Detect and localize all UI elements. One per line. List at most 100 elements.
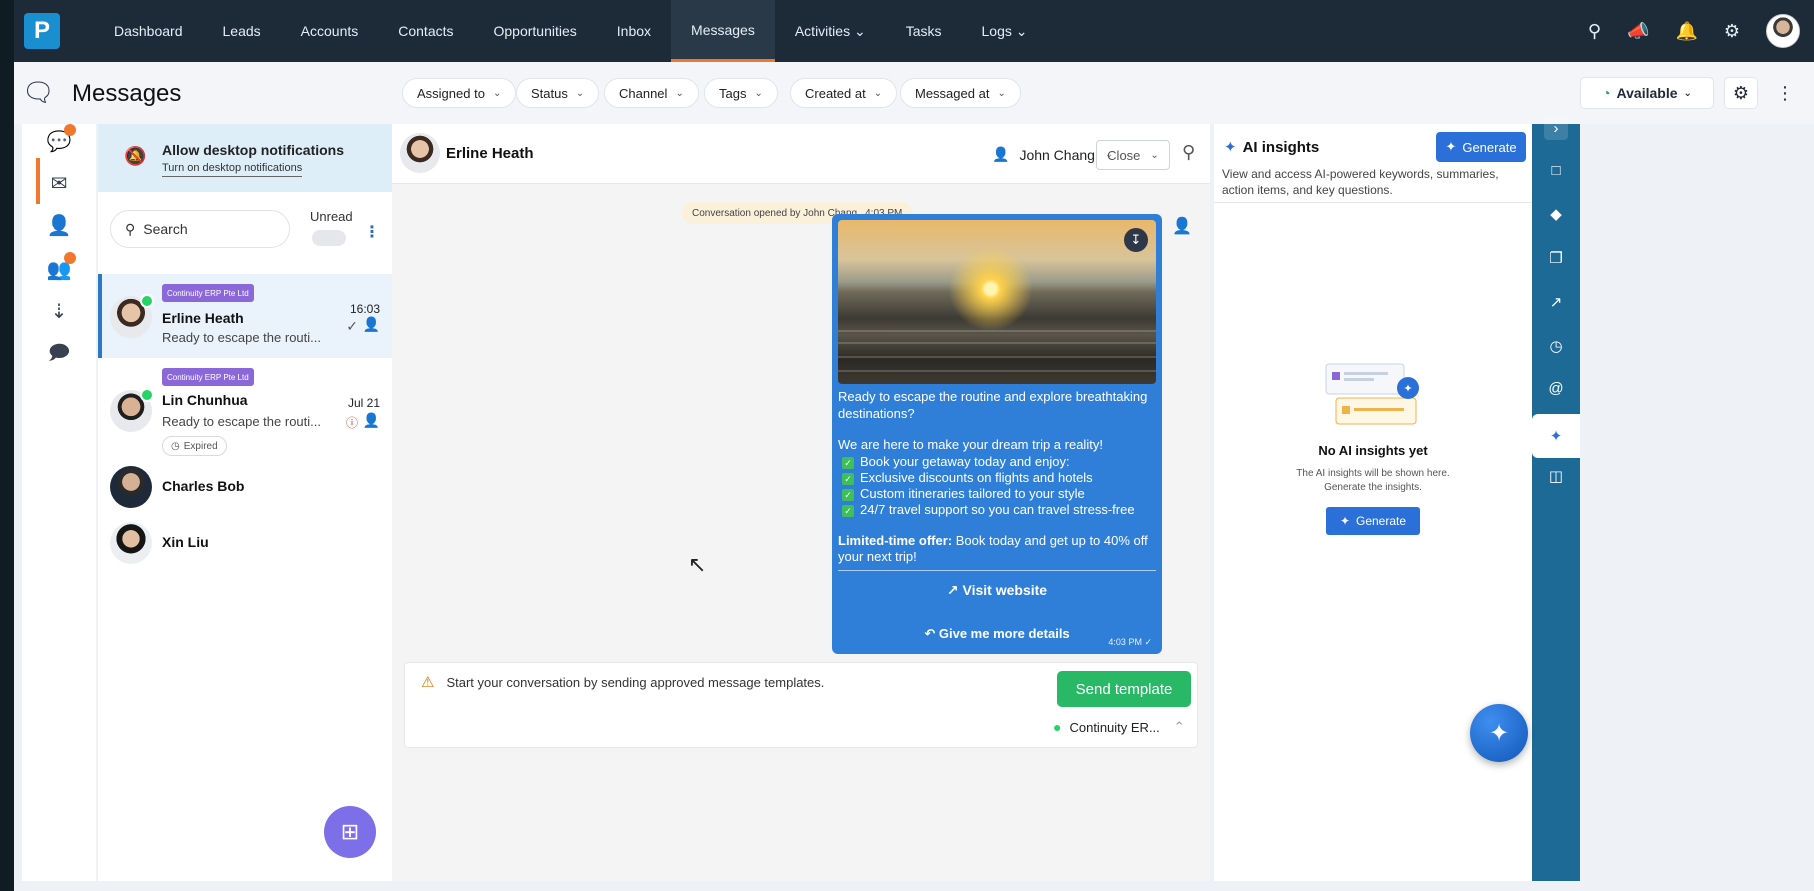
settings-button[interactable]: ⚙	[1724, 77, 1758, 109]
contact-avatar[interactable]	[400, 133, 440, 173]
button-label: Visit website	[962, 582, 1048, 598]
generate-label: Generate	[1356, 514, 1407, 528]
nav-contacts[interactable]: Contacts	[378, 0, 473, 62]
template-warning: ⚠ Start your conversation by sending app…	[421, 673, 824, 691]
active-indicator	[36, 158, 40, 204]
warning-text: Start your conversation by sending appro…	[446, 674, 825, 690]
filter-created-at[interactable]: Created at ⌄	[790, 78, 898, 108]
search-icon[interactable]: ⚲	[1588, 21, 1601, 42]
left-rail: 💬 ✉ 👤 👥 ⇣ 🗩	[22, 124, 96, 881]
tag-icon[interactable]: ◆	[1544, 202, 1568, 226]
nav-dashboard[interactable]: Dashboard	[94, 0, 203, 62]
empty-state-title: No AI insights yet	[1318, 443, 1428, 458]
filter-assigned-to[interactable]: Assigned to ⌄	[402, 78, 517, 108]
filter-status[interactable]: Status ⌄	[516, 78, 600, 108]
message-bullet: ✓ 24/7 travel support so you can travel s…	[842, 501, 1135, 518]
download-icon[interactable]: ↧	[1124, 228, 1148, 252]
agent-avatar-icon: 👤	[1172, 218, 1192, 235]
channel-label: Continuity ER...	[1069, 719, 1160, 735]
message-line: Ready to escape the routine and explore …	[838, 389, 1148, 404]
gear-icon[interactable]: ⚙	[1724, 21, 1740, 42]
generate-button[interactable]: ✦ Generate	[1436, 132, 1526, 162]
at-mention-icon[interactable]: @	[1544, 376, 1568, 400]
nav-logs[interactable]: Logs ⌄	[962, 0, 1048, 62]
timeline-icon[interactable]: ◷	[1544, 334, 1568, 358]
message-image[interactable]: ↧	[838, 220, 1156, 384]
offer-rest: Book today and get up to 40% off	[952, 533, 1148, 548]
nav-opportunities[interactable]: Opportunities	[474, 0, 597, 62]
sparkle-icon[interactable]: ✦	[1544, 424, 1568, 448]
visit-website-button[interactable]: ↗ Visit website	[832, 582, 1162, 599]
company-tag: Continuity ERP Pte Ltd	[162, 368, 254, 386]
bullet-text: 24/7 travel support so you can travel st…	[860, 502, 1135, 517]
nav-accounts[interactable]: Accounts	[281, 0, 379, 62]
send-template-button[interactable]: Send template	[1057, 671, 1191, 707]
chevron-down-icon: ⌄	[754, 87, 763, 99]
nav-leads[interactable]: Leads	[203, 0, 281, 62]
mail-icon[interactable]: ✉	[42, 166, 76, 200]
close-conversation-button[interactable]: Close ⌄	[1096, 140, 1170, 170]
nav-activities[interactable]: Activities ⌄	[775, 0, 886, 62]
search-icon[interactable]: ⚲	[1182, 142, 1195, 163]
enable-notifications-link[interactable]: Turn on desktop notifications	[162, 162, 303, 177]
search-input[interactable]: ⚲ Search	[110, 210, 290, 248]
contact-name[interactable]: Erline Heath	[446, 145, 534, 162]
conversation-item[interactable]: Xin Liu	[98, 514, 392, 570]
conversation-item[interactable]: Continuity ERP Pte Ltd Erline Heath Read…	[98, 274, 392, 358]
mouse-cursor-icon: ↖	[688, 552, 707, 577]
generate-insights-button[interactable]: ✦ Generate	[1326, 507, 1420, 535]
filter-label: Status	[531, 85, 568, 101]
sent-check-icon: ✓	[346, 318, 358, 334]
channel-selector[interactable]: ● Continuity ER... ⌃	[1053, 719, 1185, 735]
chat-panel: Erline Heath 👤 John Chang ⌄ Close ⌄ ⚲ Co…	[392, 124, 1210, 881]
divider	[1214, 202, 1532, 203]
chat-header: Erline Heath 👤 John Chang ⌄ Close ⌄ ⚲	[392, 124, 1210, 184]
nav-messages[interactable]: Messages	[671, 0, 775, 62]
activity-chart-icon[interactable]: ↗	[1544, 290, 1568, 314]
messages-page-icon: 🗨	[22, 77, 56, 107]
ai-assistant-button[interactable]: ✦	[1470, 704, 1528, 762]
warning-icon: ⚠	[421, 674, 435, 691]
contact-name: Charles Bob	[162, 478, 245, 494]
sparkle-icon: ✦	[1224, 139, 1237, 156]
notes-icon[interactable]: □	[1544, 158, 1568, 182]
user-avatar[interactable]	[1766, 14, 1800, 48]
unassigned-user-icon[interactable]: 👥	[42, 252, 76, 286]
empty-line: The AI insights will be shown here.	[1296, 468, 1450, 479]
chevron-down-icon: ⌄	[1683, 87, 1692, 99]
agent-avatar-icon: 👤	[362, 316, 380, 332]
new-conversation-button[interactable]: ⊞	[324, 806, 376, 858]
nav-tasks[interactable]: Tasks	[886, 0, 962, 62]
kebab-icon[interactable]: ⋮	[364, 222, 380, 242]
assign-user-icon[interactable]: 👤	[42, 208, 76, 242]
availability-dropdown[interactable]: ◔ Available ⌄	[1580, 77, 1714, 109]
chat-icon[interactable]: 💬	[42, 124, 76, 158]
message-line: We are here to make your dream trip a re…	[838, 437, 1103, 452]
message-time: 4:03 PM ✓	[1108, 637, 1152, 647]
clock-icon: ◷	[171, 440, 180, 452]
expand-icon[interactable]: ›	[1544, 116, 1568, 140]
conversation-item[interactable]: Charles Bob	[98, 458, 392, 514]
app-logo[interactable]: P	[24, 13, 60, 49]
availability-status-icon: ◔	[1602, 85, 1611, 101]
empty-line: Generate the insights.	[1324, 482, 1422, 493]
megaphone-icon[interactable]: 📣	[1627, 21, 1649, 42]
filter-messaged-at[interactable]: Messaged at ⌄	[900, 78, 1021, 108]
filter-label: Assigned to	[417, 85, 485, 101]
message-time: 16:03	[349, 302, 380, 316]
chat-bubbles-icon[interactable]: ◫	[1544, 464, 1568, 488]
bell-icon[interactable]: 🔔	[1675, 21, 1697, 42]
conversation-item[interactable]: Continuity ERP Pte Ltd Lin Chunhua Ready…	[98, 358, 392, 458]
more-options-button[interactable]: ⋮	[1768, 77, 1802, 109]
warning-icon: ⓘ	[345, 416, 358, 430]
copy-icon[interactable]: ❐	[1544, 246, 1568, 270]
archive-icon[interactable]: ⇣	[42, 294, 76, 328]
nav-inbox[interactable]: Inbox	[597, 0, 671, 62]
comment-icon[interactable]: 🗩	[42, 338, 76, 372]
filter-channel[interactable]: Channel ⌄	[604, 78, 699, 108]
whatsapp-icon	[140, 388, 154, 402]
message-bullet: ✓ Book your getaway today and enjoy:	[842, 453, 1070, 470]
unread-toggle[interactable]	[312, 230, 346, 246]
filter-tags[interactable]: Tags ⌄	[704, 78, 778, 108]
contact-name: Xin Liu	[162, 534, 209, 550]
